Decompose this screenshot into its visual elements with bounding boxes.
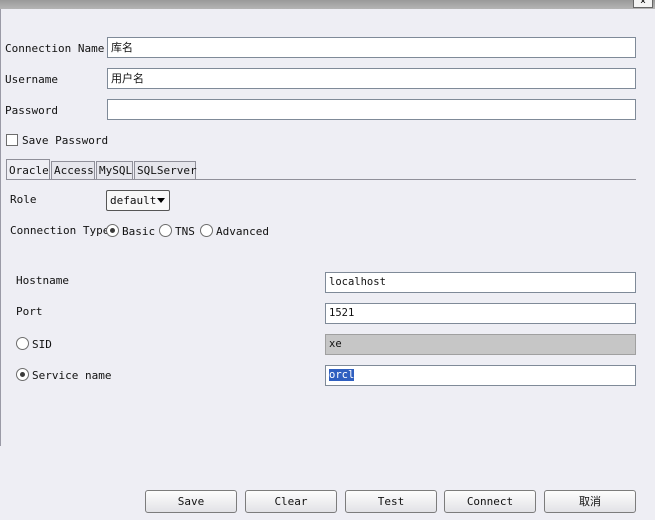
role-select-value: default [110,194,157,207]
tab-strip-divider [6,179,636,180]
connection-name-label: Connection Name [5,42,105,55]
tab-oracle[interactable]: Oracle [6,159,50,180]
password-label: Password [5,104,58,117]
connection-type-basic-label: Basic [122,225,156,238]
tab-mysql[interactable]: MySQL [96,161,133,180]
save-button[interactable]: Save [145,490,237,513]
tab-sqlserver[interactable]: SQLServer [134,161,197,180]
username-label: Username [5,73,58,86]
test-button[interactable]: Test [345,490,437,513]
sid-radio[interactable] [16,337,29,350]
port-input[interactable]: 1521 [325,303,636,324]
connection-type-advanced-label: Advanced [216,225,269,238]
hostname-label: Hostname [16,274,69,287]
username-input[interactable]: 用户名 [107,68,636,89]
tab-access[interactable]: Access [51,161,95,180]
close-icon[interactable]: × [633,0,653,8]
connection-type-advanced-radio[interactable] [200,224,213,237]
service-name-input[interactable]: orcl [325,365,636,386]
hostname-input[interactable]: localhost [325,272,636,293]
cancel-button[interactable]: 取消 [544,490,636,513]
role-label: Role [10,193,37,206]
password-input[interactable] [107,99,636,120]
dropdown-arrow-icon [157,198,165,203]
save-password-label: Save Password [22,134,109,147]
port-label: Port [16,305,43,318]
clear-button[interactable]: Clear [245,490,337,513]
service-name-radio[interactable] [16,368,29,381]
connection-type-tns-label: TNS [175,225,195,238]
sid-label: SID [32,338,52,351]
window-border [0,9,1,446]
connection-type-label: Connection Type [10,224,110,237]
connect-button[interactable]: Connect [444,490,536,513]
service-name-label: Service name [32,369,112,382]
connection-name-input[interactable]: 库名 [107,37,636,58]
role-select[interactable]: default [106,190,170,211]
connection-type-tns-radio[interactable] [159,224,172,237]
title-bar [0,0,655,9]
connection-type-basic-radio[interactable] [106,224,119,237]
sid-input: xe [325,334,636,355]
service-name-selected-text: orcl [329,369,355,381]
save-password-checkbox[interactable] [6,134,18,146]
